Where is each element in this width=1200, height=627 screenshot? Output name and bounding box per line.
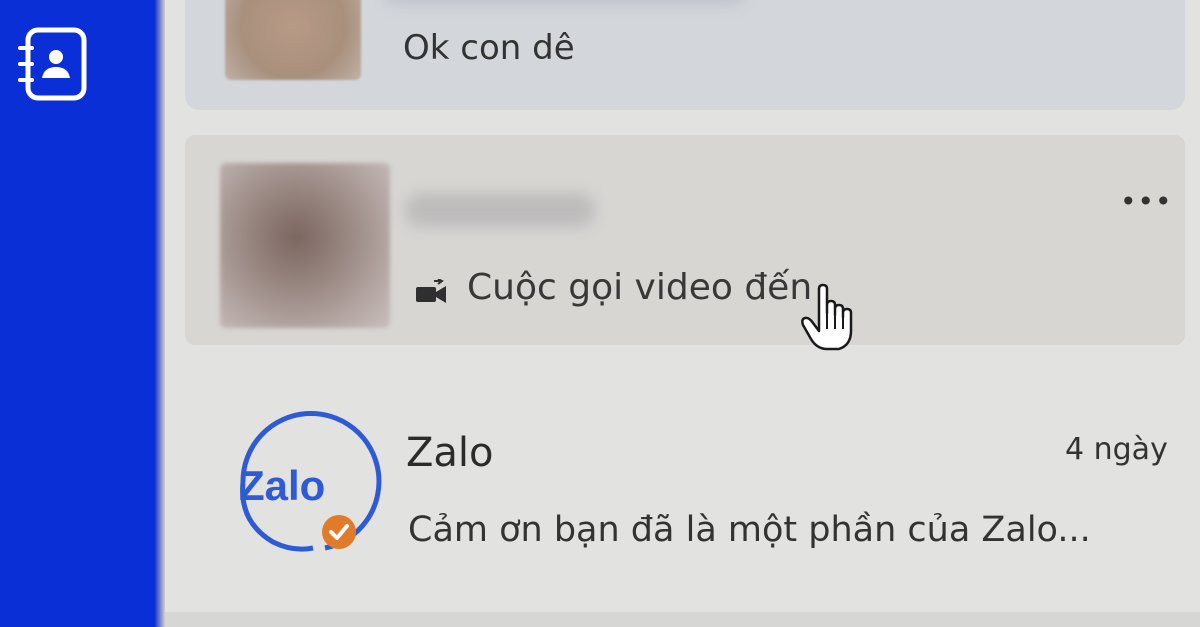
contact-name: Zalo [406, 430, 494, 476]
last-message: Cuộc gọi video đến [467, 267, 813, 308]
avatar [225, 0, 361, 80]
conversation-item[interactable]: Zalo Zalo 4 ngày Cảm ơn bạn đã là một ph… [185, 380, 1185, 610]
last-message: Ok con dê [403, 28, 575, 68]
contact-name-blurred [405, 193, 595, 227]
conversation-item[interactable]: Ok con dê [185, 0, 1185, 110]
conversation-item[interactable]: Cuộc gọi video đến ••• [185, 135, 1185, 351]
avatar [220, 163, 390, 328]
conversation-list: Ok con dê Cuộc gọi video đến ••• Zalo Za… [165, 0, 1200, 627]
last-message: Cảm ơn bạn đã là một phần của Zalo... [408, 510, 1091, 550]
contacts-book-icon[interactable] [16, 26, 88, 102]
hand-pointer-icon [801, 283, 853, 351]
more-dots-icon[interactable]: ••• [1120, 185, 1173, 218]
verified-badge-icon [322, 515, 356, 549]
list-divider [165, 612, 1200, 627]
svg-text:Zalo: Zalo [239, 462, 325, 509]
message-time: 4 ngày [1065, 432, 1168, 467]
contact-name-blurred [385, 0, 745, 4]
video-camera-icon [416, 279, 446, 303]
zalo-logo: Zalo [239, 410, 382, 552]
sidebar [0, 0, 162, 627]
sidebar-divider [155, 0, 165, 627]
